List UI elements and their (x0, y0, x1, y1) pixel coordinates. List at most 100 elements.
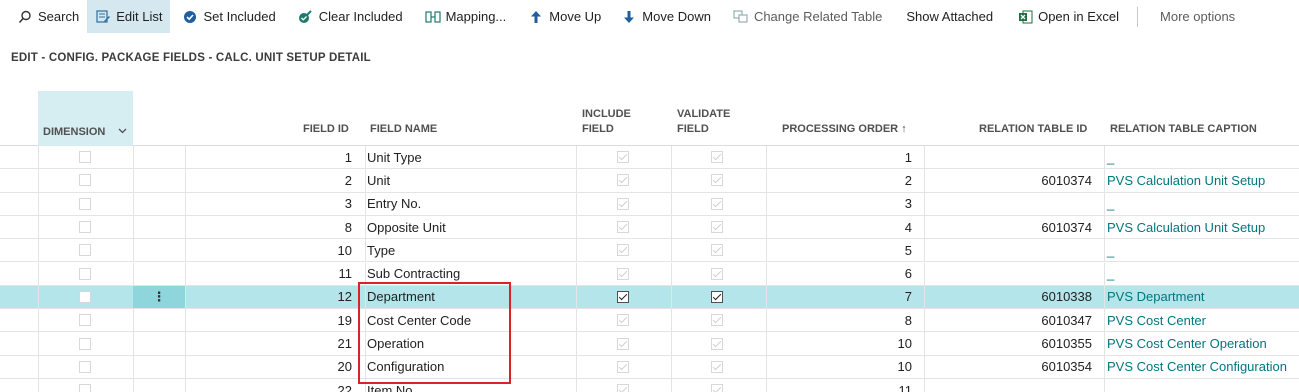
open-in-excel-button[interactable]: Open in Excel (1009, 0, 1127, 33)
dimension-cell (79, 309, 91, 331)
move-up-button[interactable]: Move Up (520, 0, 609, 33)
relation-table-caption-link[interactable]: PVS Calculation Unit Setup (1107, 216, 1297, 238)
column-header-include-field[interactable]: INCLUDE FIELD (582, 107, 631, 137)
include-field-checkbox[interactable] (617, 267, 629, 280)
include-field-checkbox[interactable] (617, 151, 629, 164)
validate-field-checkbox[interactable] (711, 197, 723, 210)
dimension-checkbox[interactable] (79, 314, 91, 327)
validate-field-checkbox[interactable] (711, 384, 723, 392)
change-related-table-button[interactable]: Change Related Table (725, 0, 890, 33)
relation-table-caption-link[interactable]: _ (1107, 263, 1297, 285)
relation-table-caption-link[interactable]: PVS Cost Center (1107, 309, 1297, 331)
table-row[interactable]: 3 Entry No. 3 _ (0, 192, 1299, 216)
relation-table-caption-link[interactable]: _ (1107, 146, 1297, 168)
column-header-processing-order[interactable]: PROCESSING ORDER ↑ (782, 122, 907, 137)
table-row[interactable]: 22 Item No. 11 (0, 379, 1299, 392)
clear-included-button[interactable]: Clear Included (290, 0, 411, 33)
validate-field-checkbox[interactable] (711, 244, 723, 257)
validate-field-checkbox[interactable] (711, 290, 723, 303)
validate-field-checkbox[interactable] (711, 314, 723, 327)
dimension-checkbox[interactable] (79, 221, 91, 234)
search-button[interactable]: Search (0, 0, 87, 33)
cell-divider (365, 192, 366, 215)
validate-field-checkbox[interactable] (711, 267, 723, 280)
cell-divider (365, 332, 366, 355)
mapping-button[interactable]: Mapping... (417, 0, 515, 33)
include-field-checkbox[interactable] (617, 360, 629, 373)
row-actions-icon[interactable]: ⋮ (133, 285, 185, 309)
processing-order-cell: 10 (897, 336, 912, 352)
show-attached-button[interactable]: Show Attached (898, 0, 1001, 33)
table-row[interactable]: 1 Unit Type 1 _ (0, 146, 1299, 170)
include-field-checkbox[interactable] (617, 314, 629, 327)
table-row[interactable]: ⋮ 12 Department 7 6010338 PVS Department (0, 285, 1299, 310)
column-header-validate-field[interactable]: VALIDATE FIELD (677, 107, 730, 137)
more-options-button[interactable]: More options (1152, 0, 1243, 33)
validate-field-cell (711, 263, 723, 285)
validate-field-checkbox[interactable] (711, 151, 723, 164)
validate-field-cell (711, 309, 723, 331)
include-field-cell (617, 379, 629, 392)
relation-table-caption-link[interactable]: PVS Department (1107, 286, 1297, 308)
cell-divider (1104, 309, 1105, 332)
include-field-checkbox[interactable] (617, 221, 629, 234)
column-header-relation-table-caption[interactable]: RELATION TABLE CAPTION (1110, 122, 1257, 137)
dimension-checkbox[interactable] (79, 267, 91, 280)
field-name-cell: Type (367, 242, 396, 258)
column-header-field-name[interactable]: FIELD NAME (370, 122, 437, 137)
dimension-checkbox[interactable] (79, 174, 91, 187)
dimension-checkbox[interactable] (79, 151, 91, 164)
validate-field-checkbox[interactable] (711, 360, 723, 373)
edit-list-button[interactable]: Edit List (87, 0, 171, 33)
cell-divider (576, 239, 577, 262)
include-field-cell (617, 146, 629, 168)
set-included-button[interactable]: Set Included (174, 0, 283, 33)
relation-table-caption-link[interactable]: PVS Cost Center Configuration (1107, 356, 1297, 378)
cell-divider (38, 192, 39, 215)
table-row[interactable]: 10 Type 5 _ (0, 239, 1299, 263)
include-field-checkbox[interactable] (617, 384, 629, 392)
edit-list-label: Edit List (116, 9, 163, 24)
relation-table-caption-link[interactable]: PVS Cost Center Operation (1107, 332, 1297, 354)
table-row[interactable]: 8 Opposite Unit 4 6010374 PVS Calculation Un… (0, 215, 1299, 240)
grid-header: DIMENSION FIELD ID FIELD NAME INCLUDE FI… (0, 91, 1299, 146)
table-row[interactable]: 11 Sub Contracting 6 _ (0, 262, 1299, 286)
dimension-checkbox[interactable] (79, 337, 91, 350)
field-name-cell: Sub Contracting (367, 266, 461, 282)
relation-table-caption-link[interactable] (1107, 379, 1297, 392)
field-id-cell: 19 (337, 312, 352, 328)
relation-table-caption-link[interactable]: PVS Calculation Unit Setup (1107, 169, 1297, 191)
dimension-checkbox[interactable] (79, 244, 91, 257)
validate-field-checkbox[interactable] (711, 221, 723, 234)
column-header-field-id[interactable]: FIELD ID (303, 122, 349, 137)
processing-order-header-label: PROCESSING ORDER (782, 123, 899, 135)
column-header-dimension[interactable]: DIMENSION (38, 91, 133, 146)
table-row[interactable]: 21 Operation 10 6010355 PVS Cost Center Oper… (0, 332, 1299, 356)
include-field-checkbox[interactable] (617, 337, 629, 350)
include-field-checkbox[interactable] (617, 174, 629, 187)
set-included-label: Set Included (203, 9, 276, 24)
include-field-cell (617, 193, 629, 215)
validate-field-cell (711, 146, 723, 168)
column-header-relation-table-id[interactable]: RELATION TABLE ID (979, 122, 1087, 137)
dimension-checkbox[interactable] (79, 384, 91, 392)
relation-table-caption-link[interactable]: _ (1107, 193, 1297, 215)
relation-table-caption-link[interactable]: _ (1107, 239, 1297, 261)
include-field-checkbox[interactable] (617, 244, 629, 257)
relation-table-id-cell: 6010338 (1041, 289, 1092, 305)
chevron-down-icon[interactable] (118, 122, 127, 137)
move-down-button[interactable]: Move Down (613, 0, 719, 33)
include-field-checkbox[interactable] (617, 197, 629, 210)
include-field-checkbox[interactable] (617, 290, 629, 303)
table-row[interactable]: 19 Cost Center Code 8 6010347 PVS Cost Cente… (0, 309, 1299, 333)
validate-field-cell (711, 379, 723, 392)
dimension-checkbox[interactable] (79, 360, 91, 373)
dimension-checkbox[interactable] (79, 197, 91, 210)
table-row[interactable]: 20 Configuration 10 6010354 PVS Cost Center … (0, 355, 1299, 379)
table-row[interactable]: 2 Unit 2 6010374 PVS Calculation Unit Setup (0, 169, 1299, 193)
arrow-up-icon (528, 9, 544, 25)
sort-ascending-icon: ↑ (901, 123, 907, 135)
validate-field-checkbox[interactable] (711, 174, 723, 187)
dimension-checkbox[interactable] (79, 290, 91, 303)
validate-field-checkbox[interactable] (711, 337, 723, 350)
